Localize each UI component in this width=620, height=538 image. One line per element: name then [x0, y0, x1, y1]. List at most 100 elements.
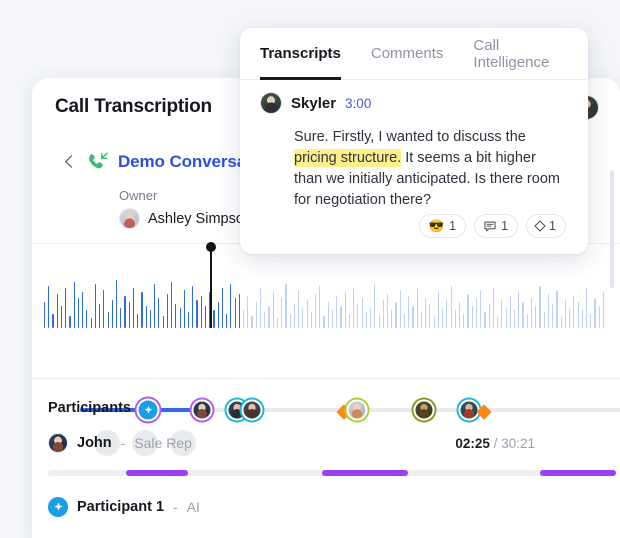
- waveform-bar: [259, 288, 262, 328]
- waveform-bar: [560, 316, 562, 328]
- owner-label: Owner: [119, 188, 158, 203]
- owner-avatar: [119, 208, 140, 229]
- tab-transcripts[interactable]: Transcripts: [260, 28, 341, 80]
- waveform-bar: [221, 288, 223, 328]
- reaction-count: 1: [501, 219, 509, 233]
- participant-role: Sale Rep: [134, 435, 192, 451]
- waveform-bar: [590, 314, 592, 328]
- participant-name: John: [77, 435, 112, 451]
- waveform-bar: [60, 306, 63, 328]
- waveform-bar: [200, 296, 202, 328]
- waveform-bars[interactable]: [44, 262, 608, 328]
- page-title: Call Transcription: [55, 96, 212, 117]
- waveform-bar: [162, 316, 164, 328]
- message-text: Sure. Firstly, I wanted to discuss the p…: [294, 127, 562, 211]
- participants-title: Participants: [48, 400, 131, 416]
- sunglasses-emoji-chip[interactable]: 😎 1: [418, 214, 467, 238]
- waveform-bar: [251, 316, 253, 328]
- waveform-bar: [268, 306, 270, 328]
- waveform-bar: [285, 284, 287, 328]
- diamond-chip[interactable]: 1: [526, 214, 566, 238]
- waveform-bar: [226, 314, 228, 328]
- waveform-bar: [471, 306, 473, 328]
- audio-waveform[interactable]: [44, 242, 608, 328]
- waveform-bar: [581, 310, 583, 328]
- waveform-bar: [543, 312, 545, 328]
- waveform-bar: [539, 286, 541, 328]
- waveform-bar: [44, 302, 46, 328]
- waveform-bar: [56, 294, 58, 328]
- waveform-bar: [420, 312, 422, 328]
- timeline-segment[interactable]: [322, 470, 408, 476]
- waveform-bar: [602, 292, 605, 328]
- message-header: Skyler 3:00: [260, 92, 371, 114]
- waveform-bar: [120, 308, 122, 328]
- timeline-segment[interactable]: [126, 470, 188, 476]
- waveform-bar: [204, 306, 207, 328]
- waveform-bar: [323, 316, 325, 328]
- waveform-bar: [302, 308, 304, 328]
- waveform-bar: [103, 290, 105, 328]
- waveform-bar: [298, 290, 300, 328]
- waveform-bar: [90, 318, 92, 328]
- diamond-icon: [534, 220, 546, 232]
- waveform-bar: [370, 308, 372, 328]
- waveform-bar: [463, 314, 465, 328]
- waveform-bar: [484, 312, 486, 328]
- waveform-bar: [344, 292, 346, 328]
- tab-call-intelligence[interactable]: Call Intelligence: [473, 28, 568, 80]
- highlighted-text[interactable]: pricing structure.: [294, 149, 402, 167]
- waveform-bar: [234, 298, 236, 328]
- waveform-bar: [395, 302, 397, 328]
- waveform-bar: [276, 318, 279, 328]
- waveform-bar: [408, 296, 410, 328]
- playhead[interactable]: [206, 242, 215, 328]
- timeline-segment[interactable]: [540, 470, 616, 476]
- waveform-bar: [526, 314, 528, 328]
- waveform-bar: [289, 314, 291, 328]
- waveform-bar: [598, 306, 600, 328]
- waveform-bar: [331, 310, 334, 328]
- transcript-popup: Transcripts Comments Call Intelligence Sky…: [240, 28, 588, 254]
- waveform-bar: [433, 316, 435, 328]
- waveform-bar: [327, 302, 329, 328]
- waveform-bar: [586, 288, 588, 328]
- reaction-chips: 😎 1 1 1: [418, 214, 566, 238]
- waveform-bar: [552, 304, 554, 328]
- scrollbar[interactable]: [610, 170, 614, 288]
- waveform-bar: [382, 300, 384, 328]
- waveform-bar: [514, 310, 516, 328]
- tab-comments[interactable]: Comments: [371, 28, 444, 80]
- waveform-bar: [230, 284, 232, 328]
- waveform-bar: [73, 282, 75, 328]
- participant-row-ai[interactable]: Participant 1 - AI: [48, 497, 200, 517]
- waveform-bar: [293, 304, 295, 328]
- participant-row-john[interactable]: John - Sale Rep: [48, 433, 192, 453]
- reaction-count: 1: [549, 219, 556, 233]
- waveform-bar: [425, 298, 427, 328]
- waveform-bar: [69, 316, 71, 328]
- waveform-bar: [65, 288, 67, 328]
- waveform-bar: [492, 288, 494, 328]
- waveform-bar: [154, 284, 156, 328]
- waveform-bar: [124, 296, 126, 328]
- waveform-bar: [281, 298, 283, 328]
- waveform-bar: [86, 310, 88, 328]
- participant-timeline[interactable]: [48, 470, 616, 476]
- comment-chip[interactable]: 1: [474, 214, 519, 238]
- waveform-bar: [594, 298, 596, 328]
- waveform-bar: [348, 314, 351, 328]
- waveform-bar: [501, 300, 503, 328]
- chevron-left-icon[interactable]: [62, 154, 78, 170]
- message-timestamp[interactable]: 3:00: [345, 96, 371, 111]
- waveform-bar: [399, 290, 401, 328]
- waveform-bar: [175, 304, 177, 328]
- waveform-bar: [217, 302, 219, 328]
- waveform-bar: [158, 298, 160, 328]
- owner-name: Ashley Simpson: [148, 210, 252, 227]
- waveform-bar: [340, 306, 342, 328]
- text-before: Sure. Firstly, I wanted to discuss the: [294, 129, 526, 145]
- waveform-bar: [272, 292, 274, 328]
- waveform-bar: [247, 296, 249, 328]
- waveform-bar: [467, 294, 469, 328]
